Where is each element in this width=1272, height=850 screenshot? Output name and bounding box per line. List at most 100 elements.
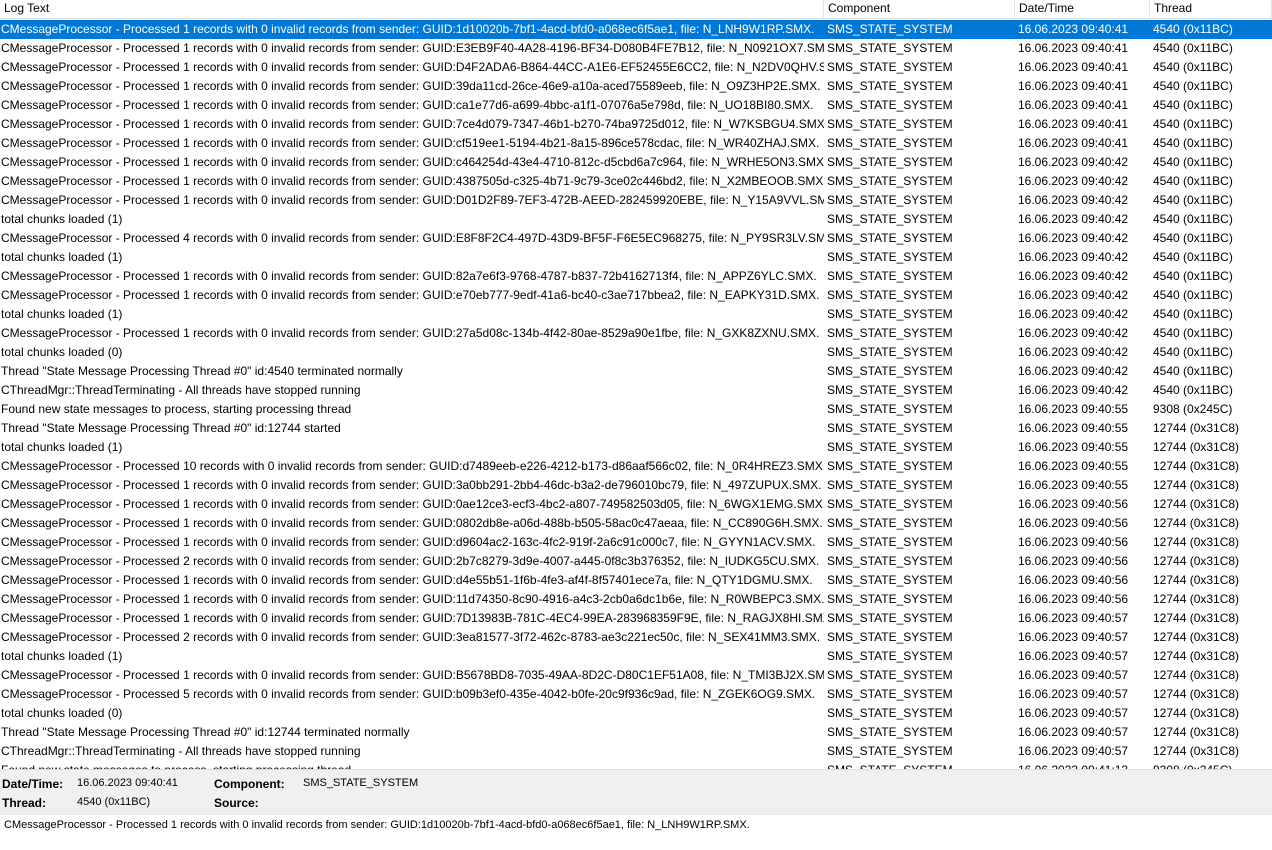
thread-cell: 4540 (0x11BC) <box>1153 98 1233 112</box>
component-cell: SMS_STATE_SYSTEM <box>827 516 953 530</box>
log-row[interactable]: CMessageProcessor - Processed 1 records … <box>0 533 1272 552</box>
component-cell: SMS_STATE_SYSTEM <box>827 79 953 93</box>
thread-cell: 12744 (0x31C8) <box>1153 706 1240 720</box>
log-row[interactable]: CMessageProcessor - Processed 1 records … <box>0 153 1272 172</box>
log-row[interactable]: total chunks loaded (0) SMS_STATE_SYSTEM 1… <box>0 343 1272 362</box>
component-cell: SMS_STATE_SYSTEM <box>827 364 953 378</box>
thread-cell: 4540 (0x11BC) <box>1153 60 1233 74</box>
datetime-cell: 16.06.2023 09:40:41 <box>1018 117 1129 131</box>
log-text-cell: CMessageProcessor - Processed 1 records … <box>1 193 824 207</box>
log-row[interactable]: CMessageProcessor - Processed 1 records … <box>0 286 1272 305</box>
details-component-value: SMS_STATE_SYSTEM <box>303 777 419 789</box>
datetime-cell: 16.06.2023 09:40:57 <box>1018 611 1129 625</box>
log-row[interactable]: CMessageProcessor - Processed 1 records … <box>0 666 1272 685</box>
log-text-cell: CMessageProcessor - Processed 1 records … <box>1 136 820 150</box>
log-row[interactable]: CMessageProcessor - Processed 1 records … <box>0 20 1272 39</box>
thread-cell: 12744 (0x31C8) <box>1153 459 1240 473</box>
log-row[interactable]: CMessageProcessor - Processed 1 records … <box>0 115 1272 134</box>
datetime-cell: 16.06.2023 09:40:57 <box>1018 668 1129 682</box>
column-header: Log Text Component Date/Time Thread <box>0 0 1272 19</box>
log-row[interactable]: CMessageProcessor - Processed 2 records … <box>0 552 1272 571</box>
log-row[interactable]: CMessageProcessor - Processed 1 records … <box>0 172 1272 191</box>
log-row[interactable]: Thread "State Message Processing Thread … <box>0 362 1272 381</box>
column-header-log-text[interactable]: Log Text <box>0 0 824 18</box>
thread-cell: 12744 (0x31C8) <box>1153 725 1240 739</box>
log-text-cell: CMessageProcessor - Processed 1 records … <box>1 611 824 625</box>
log-row[interactable]: Thread "State Message Processing Thread … <box>0 419 1272 438</box>
log-row[interactable]: CMessageProcessor - Processed 1 records … <box>0 495 1272 514</box>
thread-cell: 4540 (0x11BC) <box>1153 193 1233 207</box>
thread-cell: 4540 (0x11BC) <box>1153 288 1233 302</box>
log-row[interactable]: total chunks loaded (1) SMS_STATE_SYSTEM 1… <box>0 248 1272 267</box>
log-list[interactable]: CMessageProcessor - Processed 1 records … <box>0 20 1272 769</box>
thread-cell: 4540 (0x11BC) <box>1153 174 1233 188</box>
datetime-cell: 16.06.2023 09:40:56 <box>1018 516 1129 530</box>
log-text-cell: total chunks loaded (1) <box>1 212 123 226</box>
log-row[interactable]: Found new state messages to process, sta… <box>0 400 1272 419</box>
log-row[interactable]: CMessageProcessor - Processed 1 records … <box>0 58 1272 77</box>
log-text-cell: CMessageProcessor - Processed 1 records … <box>1 174 824 188</box>
log-row[interactable]: CMessageProcessor - Processed 1 records … <box>0 476 1272 495</box>
column-header-component[interactable]: Component <box>824 0 1015 18</box>
log-row[interactable]: CThreadMgr::ThreadTerminating - All thre… <box>0 742 1272 761</box>
log-row[interactable]: total chunks loaded (1) SMS_STATE_SYSTEM 1… <box>0 647 1272 666</box>
log-text-cell: CMessageProcessor - Processed 1 records … <box>1 60 824 74</box>
log-text-cell: total chunks loaded (1) <box>1 307 123 321</box>
thread-cell: 12744 (0x31C8) <box>1153 497 1240 511</box>
log-row[interactable]: CMessageProcessor - Processed 1 records … <box>0 77 1272 96</box>
log-row[interactable]: Thread "State Message Processing Thread … <box>0 723 1272 742</box>
log-text-cell: Thread "State Message Processing Thread … <box>1 725 410 739</box>
thread-cell: 12744 (0x31C8) <box>1153 440 1240 454</box>
component-cell: SMS_STATE_SYSTEM <box>827 212 953 226</box>
log-row[interactable]: CMessageProcessor - Processed 1 records … <box>0 191 1272 210</box>
log-text-cell: CMessageProcessor - Processed 10 records… <box>1 459 824 473</box>
log-text-cell: CThreadMgr::ThreadTerminating - All thre… <box>1 744 361 758</box>
log-row[interactable]: total chunks loaded (1) SMS_STATE_SYSTEM 1… <box>0 438 1272 457</box>
log-text-cell: total chunks loaded (1) <box>1 250 123 264</box>
log-text-cell: CMessageProcessor - Processed 1 records … <box>1 478 822 492</box>
component-cell: SMS_STATE_SYSTEM <box>827 649 953 663</box>
log-row[interactable]: CMessageProcessor - Processed 1 records … <box>0 609 1272 628</box>
datetime-cell: 16.06.2023 09:40:42 <box>1018 212 1129 226</box>
thread-cell: 12744 (0x31C8) <box>1153 687 1240 701</box>
log-row[interactable]: CMessageProcessor - Processed 1 records … <box>0 324 1272 343</box>
thread-cell: 4540 (0x11BC) <box>1153 326 1233 340</box>
datetime-cell: 16.06.2023 09:40:42 <box>1018 269 1129 283</box>
thread-cell: 12744 (0x31C8) <box>1153 421 1240 435</box>
log-row[interactable]: CMessageProcessor - Processed 1 records … <box>0 514 1272 533</box>
log-row[interactable]: CMessageProcessor - Processed 4 records … <box>0 229 1272 248</box>
log-row[interactable]: total chunks loaded (1) SMS_STATE_SYSTEM 1… <box>0 210 1272 229</box>
component-cell: SMS_STATE_SYSTEM <box>827 117 953 131</box>
log-text-cell: CMessageProcessor - Processed 1 records … <box>1 497 824 511</box>
thread-cell: 4540 (0x11BC) <box>1153 345 1233 359</box>
log-row[interactable]: CMessageProcessor - Processed 2 records … <box>0 628 1272 647</box>
log-text-cell: CMessageProcessor - Processed 1 records … <box>1 516 823 530</box>
log-text-cell: CMessageProcessor - Processed 1 records … <box>1 117 824 131</box>
log-row[interactable]: CThreadMgr::ThreadTerminating - All thre… <box>0 381 1272 400</box>
log-text-cell: CMessageProcessor - Processed 1 records … <box>1 155 824 169</box>
thread-cell: 4540 (0x11BC) <box>1153 212 1233 226</box>
log-row[interactable]: total chunks loaded (1) SMS_STATE_SYSTEM 1… <box>0 305 1272 324</box>
log-row[interactable]: CMessageProcessor - Processed 1 records … <box>0 590 1272 609</box>
component-cell: SMS_STATE_SYSTEM <box>827 592 953 606</box>
log-row[interactable]: CMessageProcessor - Processed 1 records … <box>0 39 1272 58</box>
log-row[interactable]: CMessageProcessor - Processed 10 records… <box>0 457 1272 476</box>
component-cell: SMS_STATE_SYSTEM <box>827 41 953 55</box>
datetime-cell: 16.06.2023 09:40:55 <box>1018 459 1129 473</box>
column-header-thread[interactable]: Thread <box>1150 0 1272 18</box>
component-cell: SMS_STATE_SYSTEM <box>827 231 953 245</box>
log-row[interactable]: CMessageProcessor - Processed 1 records … <box>0 134 1272 153</box>
log-row[interactable]: CMessageProcessor - Processed 1 records … <box>0 571 1272 590</box>
log-row[interactable]: Found new state messages to process, sta… <box>0 761 1272 769</box>
log-row[interactable]: CMessageProcessor - Processed 1 records … <box>0 267 1272 286</box>
message-text-pane[interactable]: CMessageProcessor - Processed 1 records … <box>0 814 1272 850</box>
log-text-cell: CMessageProcessor - Processed 4 records … <box>1 231 824 245</box>
log-row[interactable]: total chunks loaded (0) SMS_STATE_SYSTEM 1… <box>0 704 1272 723</box>
log-row[interactable]: CMessageProcessor - Processed 1 records … <box>0 96 1272 115</box>
component-cell: SMS_STATE_SYSTEM <box>827 136 953 150</box>
column-header-datetime[interactable]: Date/Time <box>1015 0 1150 18</box>
component-cell: SMS_STATE_SYSTEM <box>827 307 953 321</box>
log-text-cell: CMessageProcessor - Processed 1 records … <box>1 98 814 112</box>
log-row[interactable]: CMessageProcessor - Processed 5 records … <box>0 685 1272 704</box>
thread-cell: 12744 (0x31C8) <box>1153 592 1240 606</box>
